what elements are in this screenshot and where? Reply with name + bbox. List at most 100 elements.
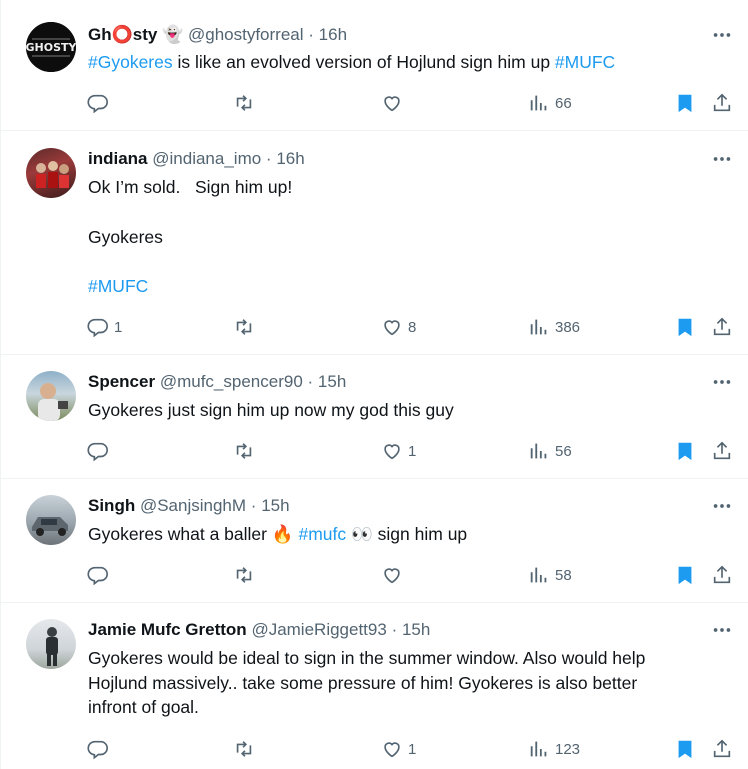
display-name[interactable]: indiana <box>88 149 148 168</box>
retweet-icon <box>233 440 255 462</box>
display-name[interactable]: Jamie Mufc Gretton <box>88 620 247 639</box>
tweet-header: Gh⭕sty 👻 @ghostyforreal · 16h <box>88 24 347 46</box>
tweet[interactable]: indiana @indiana_imo · 16h Ok I’m sold. … <box>1 131 748 355</box>
retweet-button[interactable] <box>233 90 260 116</box>
bookmark-button[interactable] <box>674 90 696 116</box>
views-count: 386 <box>555 318 581 336</box>
share-button[interactable] <box>711 314 733 340</box>
separator-dot: · <box>307 372 314 391</box>
bookmark-button[interactable] <box>674 562 696 588</box>
tweet-text: Gyokeres just sign him up now my god thi… <box>88 398 718 423</box>
tweet-line: infront of goal. <box>88 697 199 717</box>
car-photo-icon <box>32 517 68 536</box>
retweet-icon <box>233 92 255 114</box>
heart-icon <box>381 738 403 760</box>
more-options-icon[interactable] <box>711 495 735 517</box>
hashtag-link[interactable]: #mufc <box>299 524 347 544</box>
retweet-icon <box>233 738 255 760</box>
retweet-button[interactable] <box>233 314 260 340</box>
reply-icon <box>87 738 109 760</box>
views-button[interactable]: 386 <box>528 314 580 340</box>
avatar[interactable] <box>26 371 76 421</box>
avatar[interactable]: GHOSTY <box>26 22 76 72</box>
avatar[interactable] <box>26 495 76 545</box>
display-name[interactable]: Spencer <box>88 372 155 391</box>
tweet-actions: 1 8 386 <box>1 314 748 340</box>
timestamp[interactable]: 15h <box>402 620 430 639</box>
reply-button[interactable] <box>87 438 114 464</box>
like-count: 1 <box>408 740 417 758</box>
people-photo-icon <box>36 161 69 188</box>
timestamp[interactable]: 15h <box>318 372 346 391</box>
reply-icon <box>87 316 109 338</box>
views-count: 58 <box>555 566 572 584</box>
tweet-text: #Gyokeres is like an evolved version of … <box>88 50 718 75</box>
views-chart-icon <box>528 738 550 760</box>
more-options-icon[interactable] <box>711 619 735 641</box>
display-name[interactable]: Singh <box>88 496 135 515</box>
hashtag-link[interactable]: #MUFC <box>88 274 718 299</box>
svg-text:GHOSTY: GHOSTY <box>26 41 76 54</box>
user-handle[interactable]: @JamieRiggett93 <box>251 620 386 639</box>
avatar[interactable] <box>26 148 76 198</box>
tweet-text-segment: is like an evolved version of Hojlund si… <box>172 52 555 72</box>
bookmark-icon <box>674 316 696 338</box>
tweet-header: Singh @SanjsinghM · 15h <box>88 495 290 517</box>
replies-feed: GHOSTY Gh⭕sty 👻 @ghostyforreal · 16h #Gy… <box>0 0 748 769</box>
like-button[interactable]: 8 <box>381 314 416 340</box>
separator-dot: · <box>265 149 272 168</box>
tweet-header: Spencer @mufc_spencer90 · 15h <box>88 371 346 393</box>
tweet[interactable]: Singh @SanjsinghM · 15h Gyokeres what a … <box>1 479 748 603</box>
views-button[interactable]: 66 <box>528 90 572 116</box>
timestamp[interactable]: 16h <box>276 149 304 168</box>
like-button[interactable] <box>381 562 408 588</box>
retweet-icon <box>233 316 255 338</box>
timestamp[interactable]: 15h <box>261 496 289 515</box>
retweet-button[interactable] <box>233 562 260 588</box>
tweet-text-segment: 👀 sign him up <box>346 524 468 544</box>
man-photo-icon <box>38 383 68 421</box>
tweet[interactable]: Spencer @mufc_spencer90 · 15h Gyokeres j… <box>1 355 748 479</box>
tweet-line: Gyokeres just sign him up now my god thi… <box>88 400 454 420</box>
views-button[interactable]: 58 <box>528 562 572 588</box>
hashtag-link[interactable]: #MUFC <box>555 52 615 72</box>
like-button[interactable] <box>381 90 408 116</box>
hashtag-link[interactable]: #Gyokeres <box>88 52 173 72</box>
share-button[interactable] <box>711 736 733 762</box>
more-options-icon[interactable] <box>711 148 735 170</box>
tweet[interactable]: GHOSTY Gh⭕sty 👻 @ghostyforreal · 16h #Gy… <box>1 0 748 131</box>
views-button[interactable]: 123 <box>528 736 580 762</box>
reply-button[interactable] <box>87 736 114 762</box>
user-handle[interactable]: @mufc_spencer90 <box>160 372 303 391</box>
reply-button[interactable]: 1 <box>87 314 122 340</box>
retweet-button[interactable] <box>233 438 260 464</box>
views-chart-icon <box>528 564 550 586</box>
reply-button[interactable] <box>87 562 114 588</box>
bookmark-icon <box>674 92 696 114</box>
user-handle[interactable]: @ghostyforreal <box>188 25 304 44</box>
share-button[interactable] <box>711 90 733 116</box>
avatar[interactable] <box>26 619 76 669</box>
more-options-icon[interactable] <box>711 371 735 393</box>
retweet-button[interactable] <box>233 736 260 762</box>
tweet[interactable]: Jamie Mufc Gretton @JamieRiggett93 · 15h… <box>1 603 748 769</box>
timestamp[interactable]: 16h <box>319 25 347 44</box>
tweet-line: Ok I’m sold. Sign him up! <box>88 177 293 197</box>
reply-button[interactable] <box>87 90 114 116</box>
tweet-line: Gyokeres <box>88 226 163 247</box>
separator-dot: · <box>308 25 314 44</box>
like-button[interactable]: 1 <box>381 438 416 464</box>
heart-icon <box>381 92 403 114</box>
display-name[interactable]: Gh⭕sty 👻 <box>88 25 183 44</box>
user-handle[interactable]: @indiana_imo <box>152 149 261 168</box>
like-button[interactable]: 1 <box>381 736 416 762</box>
share-button[interactable] <box>711 438 733 464</box>
user-handle[interactable]: @SanjsinghM <box>140 496 246 515</box>
bookmark-button[interactable] <box>674 438 696 464</box>
bookmark-button[interactable] <box>674 736 696 762</box>
more-options-icon[interactable] <box>711 24 735 46</box>
views-button[interactable]: 56 <box>528 438 572 464</box>
share-button[interactable] <box>711 562 733 588</box>
bookmark-button[interactable] <box>674 314 696 340</box>
tweet-header: indiana @indiana_imo · 16h <box>88 148 305 170</box>
